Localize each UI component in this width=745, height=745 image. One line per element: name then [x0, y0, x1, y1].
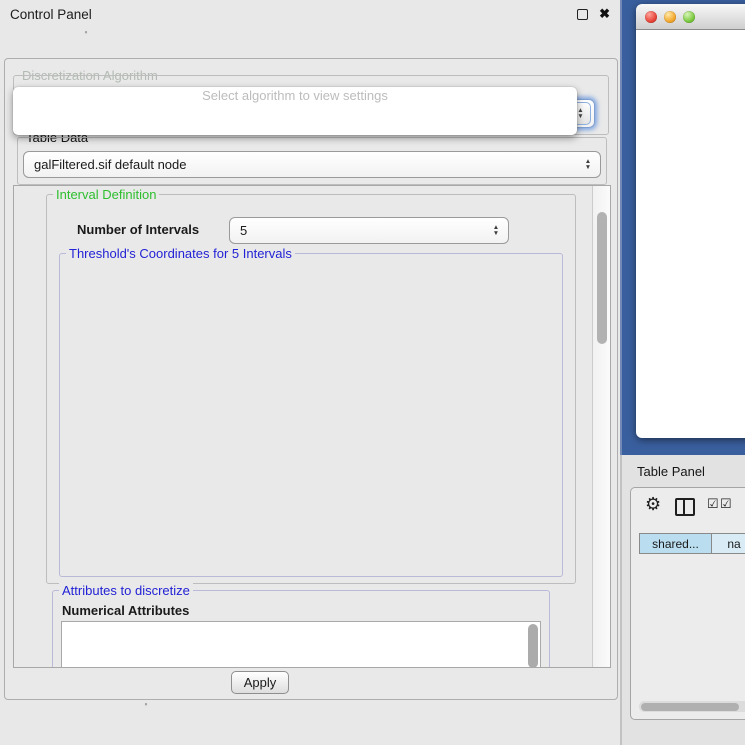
desktop-background	[620, 0, 745, 455]
table-panel-inner: ⚙ ☑ ☑ shared... na	[630, 487, 745, 720]
algorithm-popup: Select algorithm to view settings	[13, 87, 577, 135]
column-header-name[interactable]: na	[712, 533, 745, 554]
thresholds-group: Threshold's Coordinates for 5 Intervals	[59, 253, 563, 577]
column-header-shared-name[interactable]: shared...	[639, 533, 712, 554]
minimize-traffic-light-icon[interactable]	[664, 11, 676, 23]
split-column-icon[interactable]	[675, 498, 695, 516]
table-panel-title: Table Panel	[637, 464, 705, 479]
numerical-attributes-heading: Numerical Attributes	[62, 603, 189, 618]
network-canvas[interactable]	[636, 30, 745, 438]
checkbox-icon[interactable]: ☑	[707, 496, 719, 512]
numerical-attributes-list[interactable]	[61, 621, 541, 668]
attributes-scrollbar-thumb[interactable]	[528, 624, 538, 668]
attributes-group: Attributes to discretize Numerical Attri…	[52, 590, 550, 668]
cyni-toolbox-panel: Discretization Algorithm ▲▼ Select algor…	[4, 58, 618, 700]
combo-stepper-icon[interactable]: ▲▼	[580, 155, 596, 174]
interval-definition-group: Interval Definition Number of Intervals …	[46, 194, 576, 584]
apply-button[interactable]: Apply	[231, 671, 289, 694]
panel-scrollbar-track[interactable]	[592, 186, 610, 667]
app-root: Control Panel ✖ Discretization Algorithm…	[0, 0, 745, 745]
close-traffic-light-icon[interactable]	[645, 11, 657, 23]
table-panel: Table Panel ⚙ ☑ ☑ shared... na	[620, 455, 745, 745]
settings-viewport: Interval Definition Number of Intervals …	[13, 185, 611, 668]
control-panel-title: Control Panel	[10, 7, 92, 22]
table-hscrollbar-track[interactable]	[639, 701, 745, 712]
panel-scrollbar-thumb[interactable]	[597, 212, 607, 344]
gear-icon[interactable]: ⚙	[645, 494, 661, 515]
popup-placeholder: Select algorithm to view settings	[13, 87, 577, 103]
table-data-combo-value: galFiltered.sif default node	[34, 157, 186, 172]
table-data-combo[interactable]: galFiltered.sif default node ▲▼	[23, 151, 601, 178]
zoom-traffic-light-icon[interactable]	[683, 11, 695, 23]
table-hscrollbar-thumb[interactable]	[641, 703, 739, 711]
num-intervals-label: Number of Intervals	[77, 222, 199, 237]
float-window-icon[interactable]	[577, 9, 588, 20]
node-table: shared... na	[639, 533, 745, 701]
thresholds-group-title: Threshold's Coordinates for 5 Intervals	[66, 246, 295, 261]
network-window-titlebar	[636, 4, 745, 30]
control-panel: Control Panel ✖ Discretization Algorithm…	[0, 0, 621, 745]
spinner-stepper-icon[interactable]: ▲▼	[488, 221, 504, 240]
control-panel-titlebar: Control Panel ✖	[0, 0, 620, 28]
num-intervals-value: 5	[240, 223, 247, 238]
checkbox-icon[interactable]: ☑	[720, 496, 732, 512]
num-intervals-spinner[interactable]: 5 ▲▼	[229, 217, 509, 244]
network-view-window	[636, 4, 745, 438]
interval-group-title: Interval Definition	[53, 187, 159, 202]
top-tab-bar	[85, 31, 87, 33]
close-icon[interactable]: ✖	[599, 8, 610, 20]
bottom-tab-bar	[145, 703, 147, 705]
attributes-group-title: Attributes to discretize	[59, 583, 193, 598]
